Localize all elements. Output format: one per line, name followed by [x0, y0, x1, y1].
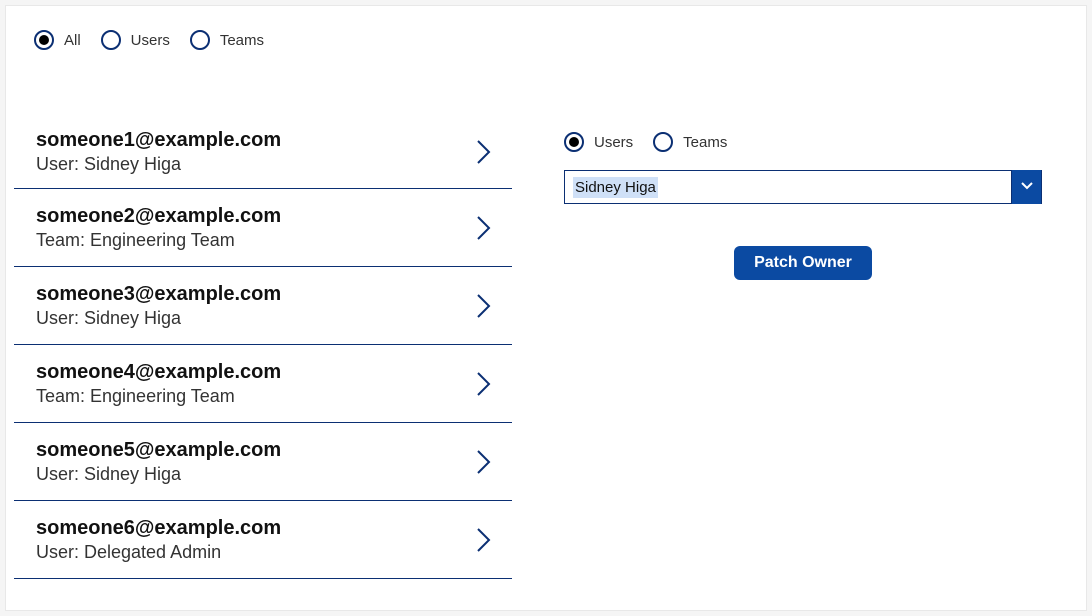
- record-owner: Team: Engineering Team: [36, 385, 281, 408]
- record-text-column: someone5@example.comUser: Sidney Higa: [36, 438, 281, 486]
- owner-type-radio-label-users: Users: [594, 134, 633, 151]
- top-filter-row: All Users Teams: [6, 6, 1086, 58]
- owner-select-value: Sidney Higa: [565, 179, 1011, 196]
- chevron-right-icon: [474, 213, 494, 243]
- radio-circle-icon: [34, 30, 54, 50]
- record-owner: User: Sidney Higa: [36, 153, 281, 176]
- record-owner: User: Sidney Higa: [36, 307, 281, 330]
- owner-pane: Users Teams Sidney Higa Patch Owner: [516, 106, 1086, 610]
- radio-circle-icon: [101, 30, 121, 50]
- record-text-column: someone4@example.comTeam: Engineering Te…: [36, 360, 281, 408]
- chevron-right-icon: [474, 447, 494, 477]
- record-row[interactable]: someone3@example.comUser: Sidney Higa: [14, 267, 512, 345]
- top-filter-radio-label-users: Users: [131, 32, 170, 49]
- top-filter-radio-label-teams: Teams: [220, 32, 264, 49]
- chevron-down-icon: [1019, 177, 1035, 198]
- app-frame: AllUsersTeams someone1@example.comUser: …: [5, 5, 1087, 611]
- record-text-column: someone6@example.comUser: Delegated Admi…: [36, 516, 281, 564]
- radio-circle-icon: [190, 30, 210, 50]
- owner-type-radio-teams[interactable]: Teams: [653, 132, 727, 152]
- record-email: someone2@example.com: [36, 204, 281, 229]
- chevron-right-icon: [474, 525, 494, 555]
- record-text-column: someone1@example.comUser: Sidney Higa: [36, 128, 281, 176]
- radio-dot-icon: [39, 35, 49, 45]
- owner-type-radio-users[interactable]: Users: [564, 132, 633, 152]
- record-row[interactable]: someone6@example.comUser: Delegated Admi…: [14, 501, 512, 579]
- top-filter-radio-users[interactable]: Users: [101, 30, 170, 50]
- patch-owner-button[interactable]: Patch Owner: [734, 246, 872, 280]
- record-email: someone5@example.com: [36, 438, 281, 463]
- owner-type-radio-group: Users Teams: [564, 132, 1042, 152]
- top-filter-radio-all[interactable]: All: [34, 30, 81, 50]
- record-row[interactable]: someone2@example.comTeam: Engineering Te…: [14, 189, 512, 267]
- chevron-right-icon: [474, 291, 494, 321]
- chevron-right-icon: [474, 369, 494, 399]
- content-split: someone1@example.comUser: Sidney Higasom…: [6, 106, 1086, 610]
- records-list[interactable]: someone1@example.comUser: Sidney Higasom…: [14, 106, 516, 610]
- record-text-column: someone3@example.comUser: Sidney Higa: [36, 282, 281, 330]
- top-filter-radio-group: All Users Teams: [34, 30, 264, 50]
- owner-select[interactable]: Sidney Higa: [564, 170, 1042, 204]
- record-owner: Team: Engineering Team: [36, 229, 281, 252]
- record-email: someone1@example.com: [36, 128, 281, 153]
- owner-type-radio-label-teams: Teams: [683, 134, 727, 151]
- record-row[interactable]: someone5@example.comUser: Sidney Higa: [14, 423, 512, 501]
- owner-select-dropdown-button[interactable]: [1011, 170, 1041, 204]
- owner-select-value-text: Sidney Higa: [573, 177, 658, 198]
- chevron-right-icon: [474, 137, 494, 167]
- record-row[interactable]: someone1@example.comUser: Sidney Higa: [14, 106, 512, 189]
- top-filter-radio-label-all: All: [64, 32, 81, 49]
- record-row[interactable]: someone4@example.comTeam: Engineering Te…: [14, 345, 512, 423]
- record-email: someone4@example.com: [36, 360, 281, 385]
- records-pane: someone1@example.comUser: Sidney Higasom…: [6, 106, 516, 610]
- radio-dot-icon: [569, 137, 579, 147]
- record-text-column: someone2@example.comTeam: Engineering Te…: [36, 204, 281, 252]
- radio-circle-icon: [564, 132, 584, 152]
- radio-circle-icon: [653, 132, 673, 152]
- record-owner: User: Sidney Higa: [36, 463, 281, 486]
- top-filter-radio-teams[interactable]: Teams: [190, 30, 264, 50]
- record-owner: User: Delegated Admin: [36, 541, 281, 564]
- record-email: someone3@example.com: [36, 282, 281, 307]
- record-email: someone6@example.com: [36, 516, 281, 541]
- action-row: Patch Owner: [564, 246, 1042, 280]
